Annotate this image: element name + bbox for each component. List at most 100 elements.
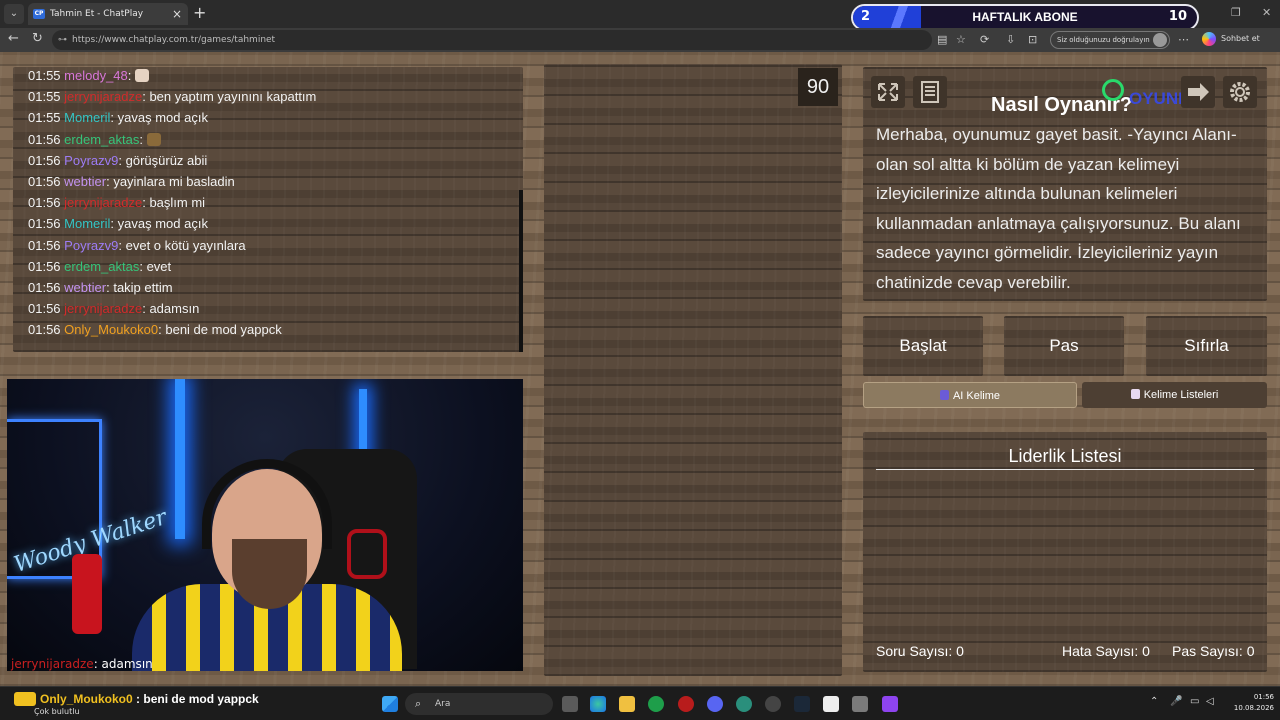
chat-time: 01:56: [28, 322, 61, 338]
chat-message: 01:56 Only_Moukoko0: beni de mod yappck: [28, 322, 282, 337]
app-icon[interactable]: [736, 696, 752, 712]
copilot-icon[interactable]: [1202, 32, 1216, 46]
leaderboard-panel: Liderlik Listesi Soru Sayısı: 0 Hata Say…: [863, 432, 1267, 672]
notification-text: Only_Moukoko0 : beni de mod yappck: [40, 692, 259, 706]
profile-verify-button[interactable]: Siz olduğunuzu doğrulayın: [1050, 31, 1170, 49]
chat-separator: :: [139, 131, 147, 147]
clock-date: 10.08.2026: [1233, 704, 1274, 712]
app-icon[interactable]: [852, 696, 868, 712]
chrome-icon[interactable]: [765, 696, 781, 712]
address-bar[interactable]: ⊶ https://www.chatplay.com.tr/games/tahm…: [52, 30, 932, 50]
chat-username[interactable]: jerrynijaradze: [64, 301, 142, 316]
chat-time: 01:56: [28, 152, 61, 168]
windows-taskbar: Only_Moukoko0 : beni de mod yappck Çok b…: [0, 686, 1280, 720]
chat-text: evet o kötü yayınlara: [125, 237, 246, 253]
chat-username[interactable]: Momeril: [64, 216, 110, 231]
app-icon[interactable]: [678, 696, 694, 712]
pass-count: Pas Sayısı: 0: [1172, 643, 1255, 659]
leaderboard-divider: [876, 469, 1254, 470]
question-count: Soru Sayısı: 0: [876, 643, 964, 659]
chat-text: yavaş mod açık: [117, 110, 208, 126]
chat-text: takip ettim: [113, 280, 173, 295]
discord-icon[interactable]: [707, 696, 723, 712]
windows-start-icon[interactable]: [382, 696, 398, 712]
chat-scrollbar[interactable]: [519, 190, 523, 352]
error-count: Hata Sayısı: 0: [1062, 643, 1150, 659]
chat-message: 01:55 jerrynijaradze: ben yaptım yayının…: [28, 89, 316, 104]
tab-ai-word[interactable]: AI Kelime: [863, 382, 1077, 408]
chat-username[interactable]: Poyrazv9: [64, 238, 118, 253]
chat-message: 01:56 erdem_aktas:: [28, 132, 161, 147]
reader-view-icon[interactable]: ▤: [937, 33, 947, 46]
how-to-play-text: Merhaba, oyunumuz gayet basit. -Yayıncı …: [876, 125, 1241, 292]
chat-emote-icon: [146, 132, 161, 146]
weather-text: Çok bulutlu: [34, 707, 80, 716]
webcam-chat-caption: jerrynijaradze: adamsın: [7, 657, 157, 671]
chat-username[interactable]: Only_Moukoko0: [64, 322, 158, 337]
network-icon[interactable]: ▭: [1190, 696, 1199, 707]
chat-text: yayinlara mi basladin: [113, 174, 235, 189]
chat-time: 01:55: [28, 89, 61, 105]
start-button[interactable]: Başlat: [863, 316, 983, 376]
volume-icon[interactable]: ◁: [1206, 696, 1214, 707]
reset-button[interactable]: Sıfırla: [1146, 316, 1267, 376]
new-tab-plus-icon[interactable]: +: [193, 4, 206, 22]
logo-mark-icon: [1102, 79, 1124, 101]
pass-button[interactable]: Pas: [1004, 316, 1124, 376]
chat-time: 01:56: [28, 301, 61, 317]
system-clock[interactable]: 01:56 10.08.2026: [1224, 692, 1274, 714]
app-icon[interactable]: [882, 696, 898, 712]
restore-window-icon[interactable]: ❐: [1231, 6, 1241, 19]
caption-msg: adamsın: [101, 657, 153, 671]
chat-message: 01:55 melody_48:: [28, 68, 150, 83]
chat-message: 01:56 Poyrazv9: evet o kötü yayınlara: [28, 238, 246, 253]
notification-badge-icon: [14, 692, 36, 706]
more-menu-icon[interactable]: ⋯: [1178, 33, 1189, 46]
chat-text: adamsın: [149, 301, 200, 317]
chat-username[interactable]: Momeril: [64, 110, 110, 125]
close-window-icon[interactable]: ✕: [1262, 6, 1271, 19]
chat-username[interactable]: Poyrazv9: [64, 153, 118, 168]
steam-icon[interactable]: [794, 696, 810, 712]
copilot-chat-label[interactable]: Sohbet et: [1221, 34, 1260, 43]
chat-time: 01:56: [28, 280, 61, 295]
chat-text: görüşürüz abii: [125, 152, 208, 168]
tab-word-lists[interactable]: Kelime Listeleri: [1082, 382, 1267, 408]
browser-tab[interactable]: CP Tahmin Et - ChatPlay ×: [28, 3, 188, 25]
edge-browser-icon[interactable]: [590, 696, 606, 712]
favorite-star-icon[interactable]: ☆: [956, 33, 966, 46]
site-info-icon[interactable]: ⊶: [58, 30, 67, 50]
chat-username[interactable]: erdem_aktas: [64, 259, 139, 274]
how-to-play-panel: Nasıl Oynanır? OYUNEKS Merhaba, oyunumuz…: [863, 67, 1267, 301]
chat-username[interactable]: webtier: [64, 280, 106, 295]
app-icon[interactable]: [648, 696, 664, 712]
chat-username[interactable]: jerrynijaradze: [64, 89, 142, 104]
chat-separator: :: [110, 110, 118, 126]
collections-icon[interactable]: ⊡: [1028, 33, 1037, 46]
file-explorer-icon[interactable]: [619, 696, 635, 712]
extensions-icon[interactable]: ⟳: [980, 33, 989, 46]
chat-message: 01:56 Momeril: yavaş mod açık: [28, 216, 208, 231]
exit-arrow-icon[interactable]: [1181, 76, 1215, 108]
rules-document-icon[interactable]: [913, 76, 947, 108]
settings-gear-icon[interactable]: [1223, 76, 1257, 108]
chat-username[interactable]: jerrynijaradze: [64, 195, 142, 210]
microphone-icon[interactable]: 🎤: [1170, 696, 1182, 707]
downloads-icon[interactable]: ⇩: [1006, 33, 1015, 46]
back-arrow-icon[interactable]: ←: [8, 31, 19, 46]
chat-time: 01:56: [28, 131, 61, 147]
taskbar-search[interactable]: ⌕ Ara: [405, 693, 553, 715]
clock-time: 01:56: [1253, 693, 1274, 701]
app-icon[interactable]: [823, 696, 839, 712]
notification-sep: :: [132, 692, 144, 706]
reload-icon[interactable]: ↻: [32, 31, 43, 46]
chat-username[interactable]: webtier: [64, 174, 106, 189]
tray-chevron-icon[interactable]: ⌃: [1150, 696, 1158, 707]
tab-actions-chevron-icon[interactable]: ⌄: [4, 4, 24, 24]
chat-username[interactable]: melody_48: [64, 68, 128, 83]
fullscreen-icon[interactable]: [871, 76, 905, 108]
blue-light: [175, 379, 185, 539]
task-view-icon[interactable]: [562, 696, 578, 712]
tab-close-icon[interactable]: ×: [172, 3, 182, 25]
chat-username[interactable]: erdem_aktas: [64, 132, 139, 147]
